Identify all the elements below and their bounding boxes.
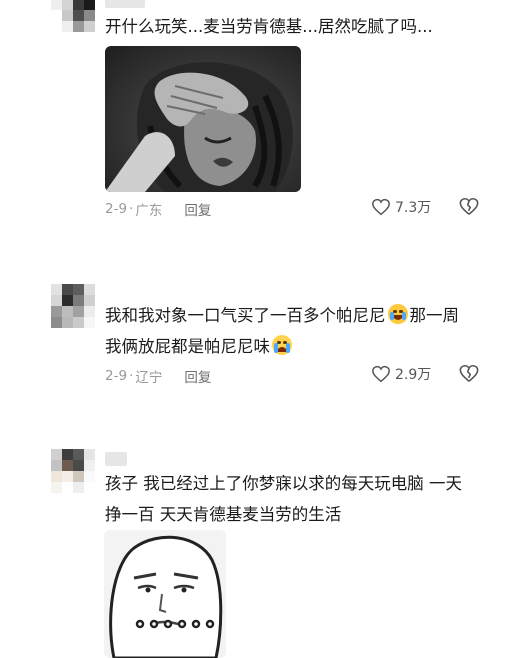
comment-location: 辽宁 bbox=[135, 370, 163, 386]
meme-face-sticker bbox=[109, 535, 223, 658]
comment-location: 广东 bbox=[135, 203, 163, 219]
comment-line: 孩子 我已经过上了你梦寐以求的每天玩电脑 一天 bbox=[105, 474, 462, 493]
comment-line-text: 我俩放屁都是帕尼尼味 bbox=[105, 337, 270, 356]
broken-heart-icon bbox=[459, 364, 479, 382]
comment-image[interactable] bbox=[105, 46, 301, 192]
avatar[interactable] bbox=[51, 449, 95, 493]
anime-character-covering-face bbox=[105, 62, 293, 192]
comment-line-text: 那一周 bbox=[409, 306, 460, 325]
comment-date: 2-9 bbox=[105, 201, 128, 217]
heart-icon bbox=[372, 365, 390, 383]
separator: · bbox=[129, 201, 134, 217]
like-count: 2.9万 bbox=[395, 367, 432, 383]
broken-heart-icon bbox=[459, 197, 479, 215]
avatar[interactable] bbox=[51, 0, 95, 32]
comment-sticker[interactable] bbox=[104, 530, 226, 658]
like-button[interactable]: 2.9万 bbox=[371, 364, 431, 384]
like-button[interactable]: 7.3万 bbox=[371, 197, 431, 217]
comment-line: 开什么玩笑...麦当劳肯德基...居然吃腻了吗... bbox=[105, 17, 433, 36]
username-redacted bbox=[105, 452, 127, 466]
comment-line: 我和我对象一口气买了一百多个帕尼尼 那一周 bbox=[105, 300, 459, 331]
crying-emoji-icon bbox=[272, 335, 292, 355]
like-count: 7.3万 bbox=[395, 200, 432, 216]
heart-icon bbox=[372, 198, 390, 216]
comment-text: 我和我对象一口气买了一百多个帕尼尼 那一周 我俩放屁都是帕尼尼味 bbox=[105, 300, 459, 362]
comment-line-text: 我和我对象一口气买了一百多个帕尼尼 bbox=[105, 306, 386, 325]
comment-date: 2-9 bbox=[105, 368, 128, 384]
reply-button[interactable]: 回复 bbox=[184, 199, 211, 219]
comment-line: 挣一百 天天肯德基麦当劳的生活 bbox=[105, 505, 342, 524]
avatar[interactable] bbox=[51, 284, 95, 328]
comment-text: 开什么玩笑...麦当劳肯德基...居然吃腻了吗... bbox=[105, 11, 433, 42]
laughing-crying-emoji-icon bbox=[387, 304, 408, 324]
comment-text: 孩子 我已经过上了你梦寐以求的每天玩电脑 一天 挣一百 天天肯德基麦当劳的生活 bbox=[105, 468, 462, 530]
dislike-button[interactable] bbox=[458, 364, 480, 387]
comment-meta: 2-9 · 广东 回复 bbox=[105, 199, 211, 219]
comment-meta: 2-9 · 辽宁 回复 bbox=[105, 366, 211, 386]
comment-feed: 开什么玩笑...麦当劳肯德基...居然吃腻了吗... 2-9 · 广东 回复 7 bbox=[0, 0, 527, 658]
username-redacted bbox=[105, 0, 145, 8]
reply-button[interactable]: 回复 bbox=[184, 366, 211, 386]
separator: · bbox=[129, 368, 134, 384]
dislike-button[interactable] bbox=[458, 197, 480, 220]
comment-line: 我俩放屁都是帕尼尼味 bbox=[105, 331, 459, 362]
